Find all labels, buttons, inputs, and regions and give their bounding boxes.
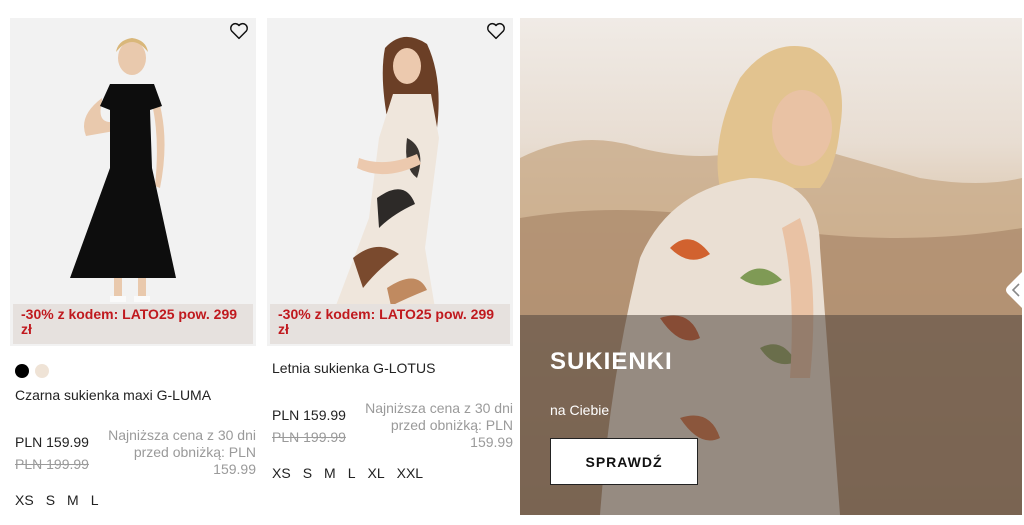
promo-badge: -30% z kodem: LATO25 pow. 299 zł <box>13 304 253 344</box>
old-price: PLN 199.99 <box>272 429 346 445</box>
product-card[interactable]: -30% z kodem: LATO25 pow. 299 zł Letnia … <box>267 18 513 481</box>
heart-icon[interactable] <box>485 20 507 42</box>
size-option[interactable]: S <box>46 492 55 508</box>
size-list: XS S M L <box>15 492 99 508</box>
chevron-left-icon[interactable] <box>1002 270 1024 310</box>
size-option[interactable]: M <box>67 492 79 508</box>
color-swatches <box>15 364 49 378</box>
current-price: PLN 159.99 <box>272 407 346 423</box>
check-button[interactable]: SPRAWDŹ <box>550 438 698 485</box>
dress-model-image <box>267 18 513 346</box>
size-option[interactable]: XXL <box>397 465 423 481</box>
product-image[interactable]: -30% z kodem: LATO25 pow. 299 zł <box>10 18 256 346</box>
color-swatch-black[interactable] <box>15 364 29 378</box>
lowest-price-note: Najniższa cena z 30 dni przed obniżką: P… <box>108 427 256 477</box>
product-name[interactable]: Czarna sukienka maxi G-LUMA <box>15 387 211 403</box>
color-swatch-cream[interactable] <box>35 364 49 378</box>
category-banner[interactable]: SUKIENKI na Ciebie SPRAWDŹ <box>520 18 1022 515</box>
size-option[interactable]: M <box>324 465 336 481</box>
size-option[interactable]: XL <box>368 465 385 481</box>
banner-subtitle: na Ciebie <box>550 402 610 418</box>
current-price: PLN 159.99 <box>15 434 89 450</box>
size-option[interactable]: L <box>348 465 356 481</box>
dress-model-image <box>10 18 256 346</box>
promo-badge: -30% z kodem: LATO25 pow. 299 zł <box>270 304 510 344</box>
heart-icon[interactable] <box>228 20 250 42</box>
old-price: PLN 199.99 <box>15 456 89 472</box>
size-option[interactable]: L <box>91 492 99 508</box>
size-list: XS S M L XL XXL <box>272 465 423 481</box>
size-option[interactable]: XS <box>272 465 291 481</box>
size-option[interactable]: S <box>303 465 312 481</box>
banner-title: SUKIENKI <box>550 348 673 375</box>
product-image[interactable]: -30% z kodem: LATO25 pow. 299 zł <box>267 18 513 346</box>
product-name[interactable]: Letnia sukienka G-LOTUS <box>272 360 435 376</box>
product-card[interactable]: -30% z kodem: LATO25 pow. 299 zł Czarna … <box>10 18 256 508</box>
lowest-price-note: Najniższa cena z 30 dni przed obniżką: P… <box>365 400 513 450</box>
size-option[interactable]: XS <box>15 492 34 508</box>
